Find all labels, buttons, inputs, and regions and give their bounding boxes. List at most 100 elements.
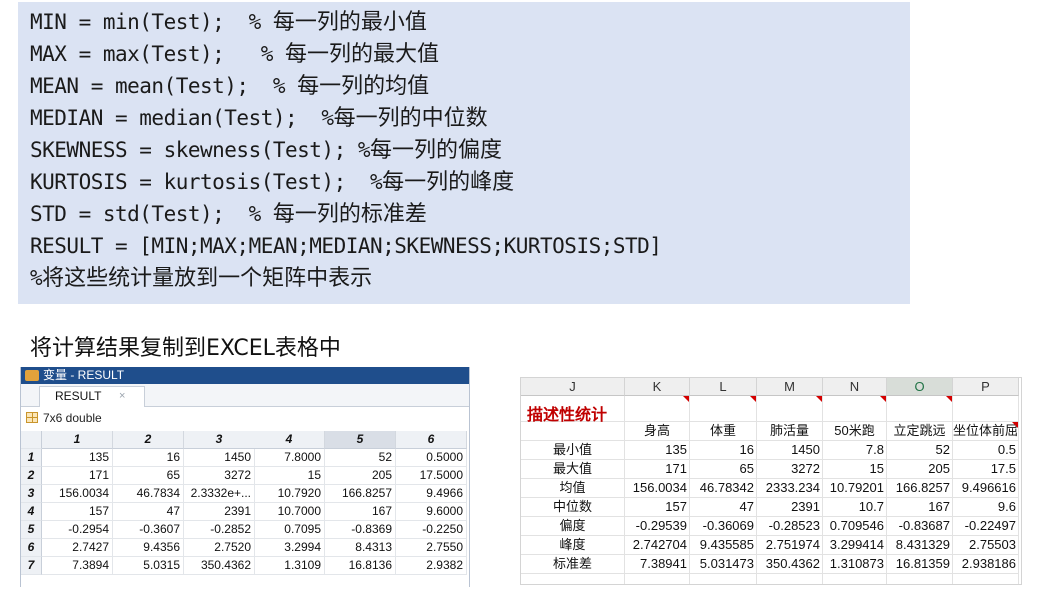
table-cell[interactable]: 47 bbox=[690, 498, 757, 517]
table-cell[interactable]: 5.0315 bbox=[113, 557, 184, 575]
table-cell[interactable]: 0.709546 bbox=[823, 517, 887, 536]
table-cell[interactable]: -0.83687 bbox=[887, 517, 953, 536]
table-cell[interactable]: 1450 bbox=[184, 449, 255, 467]
table-cell[interactable]: 17.5000 bbox=[396, 467, 467, 485]
table-cell[interactable]: 9.6 bbox=[953, 498, 1019, 517]
table-cell[interactable]: 3.299414 bbox=[823, 536, 887, 555]
table-cell[interactable]: -0.36069 bbox=[690, 517, 757, 536]
table-cell[interactable]: 16.8136 bbox=[325, 557, 396, 575]
table-cell[interactable]: 2391 bbox=[757, 498, 823, 517]
table-cell[interactable]: 1.310873 bbox=[823, 555, 887, 574]
table-cell[interactable] bbox=[521, 422, 625, 441]
table-cell[interactable]: 16 bbox=[690, 441, 757, 460]
column-header[interactable]: 1 bbox=[42, 431, 113, 449]
table-cell[interactable] bbox=[823, 574, 887, 584]
table-cell[interactable]: -0.3607 bbox=[113, 521, 184, 539]
column-header[interactable]: L bbox=[690, 378, 757, 396]
table-cell[interactable] bbox=[625, 574, 690, 584]
row-label[interactable]: 标准差 bbox=[521, 555, 625, 574]
row-header[interactable]: 1 bbox=[21, 449, 42, 467]
table-cell[interactable] bbox=[625, 396, 690, 422]
table-cell[interactable] bbox=[690, 396, 757, 422]
table-cell[interactable] bbox=[887, 396, 953, 422]
table-cell[interactable]: 171 bbox=[42, 467, 113, 485]
column-header[interactable]: 6 bbox=[396, 431, 467, 449]
table-cell[interactable]: 8.4313 bbox=[325, 539, 396, 557]
row-label[interactable]: 最小值 bbox=[521, 441, 625, 460]
column-header[interactable]: P bbox=[953, 378, 1019, 396]
table-cell[interactable]: 16.81359 bbox=[887, 555, 953, 574]
column-header[interactable]: 3 bbox=[184, 431, 255, 449]
column-header[interactable]: N bbox=[823, 378, 887, 396]
table-cell[interactable]: 47 bbox=[113, 503, 184, 521]
table-cell[interactable]: 10.7920 bbox=[254, 485, 325, 503]
table-cell[interactable]: 2391 bbox=[184, 503, 255, 521]
table-cell[interactable]: 2.938186 bbox=[953, 555, 1019, 574]
column-header[interactable]: 5 bbox=[325, 431, 396, 449]
row-label[interactable]: 最大值 bbox=[521, 460, 625, 479]
table-cell[interactable]: -0.22497 bbox=[953, 517, 1019, 536]
table-cell[interactable]: 350.4362 bbox=[757, 555, 823, 574]
table-cell[interactable]: 0.5000 bbox=[396, 449, 467, 467]
table-cell[interactable] bbox=[887, 574, 953, 584]
table-cell[interactable]: 9.4966 bbox=[396, 485, 467, 503]
table-cell[interactable] bbox=[521, 574, 625, 584]
table-cell[interactable]: 7.8 bbox=[823, 441, 887, 460]
table-cell[interactable]: 157 bbox=[625, 498, 690, 517]
table-cell[interactable]: 205 bbox=[887, 460, 953, 479]
row-header[interactable]: 6 bbox=[21, 539, 42, 557]
table-cell[interactable]: 5.031473 bbox=[690, 555, 757, 574]
table-cell[interactable]: -0.2250 bbox=[396, 521, 467, 539]
table-cell[interactable] bbox=[690, 574, 757, 584]
table-cell[interactable]: -0.2852 bbox=[184, 521, 255, 539]
row-header[interactable]: 2 bbox=[21, 467, 42, 485]
row-header[interactable]: 4 bbox=[21, 503, 42, 521]
table-cell[interactable]: 9.435585 bbox=[690, 536, 757, 555]
table-cell[interactable]: 2.7520 bbox=[184, 539, 255, 557]
field-header[interactable]: 50米跑 bbox=[823, 422, 887, 441]
table-cell[interactable] bbox=[953, 574, 1019, 584]
table-cell[interactable]: 7.8000 bbox=[254, 449, 325, 467]
table-cell[interactable] bbox=[757, 396, 823, 422]
column-header[interactable]: 4 bbox=[254, 431, 325, 449]
table-cell[interactable]: 0.7095 bbox=[254, 521, 325, 539]
row-label[interactable]: 偏度 bbox=[521, 517, 625, 536]
table-cell[interactable]: 157 bbox=[42, 503, 113, 521]
table-cell[interactable]: 1.3109 bbox=[254, 557, 325, 575]
table-cell[interactable]: 9.6000 bbox=[396, 503, 467, 521]
table-cell[interactable]: 7.38941 bbox=[625, 555, 690, 574]
row-header[interactable]: 3 bbox=[21, 485, 42, 503]
table-cell[interactable]: 10.79201 bbox=[823, 479, 887, 498]
table-cell[interactable]: 2.7427 bbox=[42, 539, 113, 557]
row-label[interactable]: 均值 bbox=[521, 479, 625, 498]
table-cell[interactable]: 167 bbox=[325, 503, 396, 521]
table-cell[interactable]: 9.4356 bbox=[113, 539, 184, 557]
field-header[interactable]: 立定跳远 bbox=[887, 422, 953, 441]
table-cell[interactable]: -0.28523 bbox=[757, 517, 823, 536]
table-cell[interactable]: 167 bbox=[887, 498, 953, 517]
table-cell[interactable]: 10.7000 bbox=[254, 503, 325, 521]
table-cell[interactable]: 205 bbox=[325, 467, 396, 485]
table-cell[interactable]: 171 bbox=[625, 460, 690, 479]
column-header[interactable]: J bbox=[521, 378, 625, 396]
table-cell[interactable]: 156.0034 bbox=[625, 479, 690, 498]
table-cell[interactable] bbox=[757, 574, 823, 584]
field-header[interactable]: 肺活量 bbox=[757, 422, 823, 441]
table-cell[interactable]: 156.0034 bbox=[42, 485, 113, 503]
table-cell[interactable]: 9.496616 bbox=[953, 479, 1019, 498]
table-cell[interactable]: 16 bbox=[113, 449, 184, 467]
table-cell[interactable]: 52 bbox=[887, 441, 953, 460]
table-cell[interactable]: 2.751974 bbox=[757, 536, 823, 555]
field-header[interactable]: 体重 bbox=[690, 422, 757, 441]
row-header[interactable]: 7 bbox=[21, 557, 42, 575]
table-cell[interactable]: 17.5 bbox=[953, 460, 1019, 479]
table-cell[interactable]: 2.7550 bbox=[396, 539, 467, 557]
table-cell[interactable]: -0.2954 bbox=[42, 521, 113, 539]
table-cell[interactable]: 135 bbox=[625, 441, 690, 460]
tab-result[interactable]: RESULT × bbox=[39, 386, 145, 407]
table-cell[interactable]: 166.8257 bbox=[887, 479, 953, 498]
table-cell[interactable] bbox=[823, 396, 887, 422]
table-cell[interactable]: 166.8257 bbox=[325, 485, 396, 503]
row-label[interactable]: 峰度 bbox=[521, 536, 625, 555]
table-cell[interactable]: 3.2994 bbox=[254, 539, 325, 557]
